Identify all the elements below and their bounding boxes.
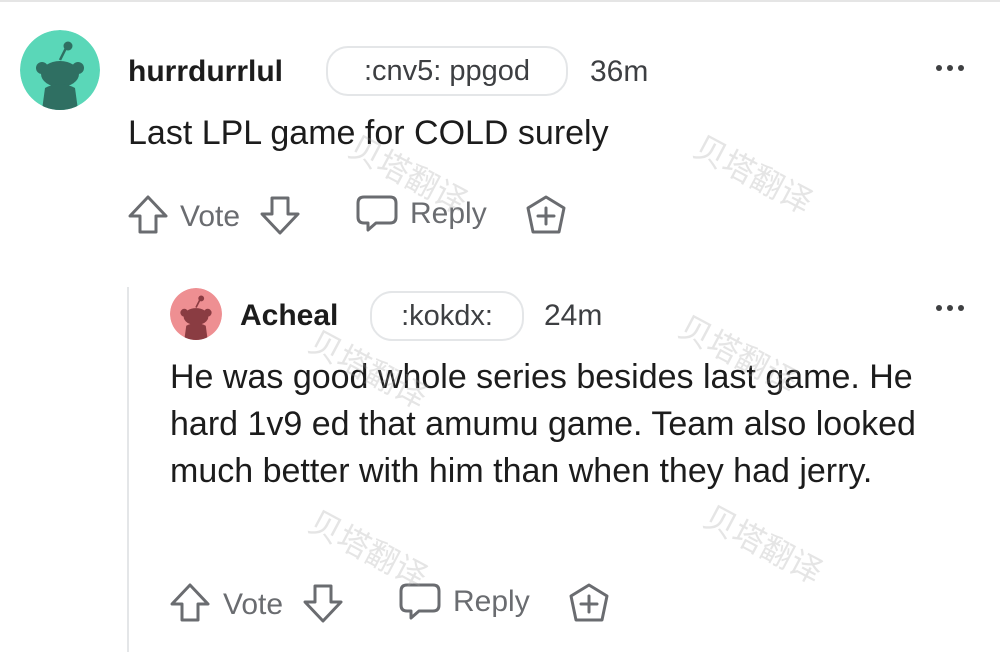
- upvote-button[interactable]: [168, 582, 216, 624]
- award-plus-icon: [526, 195, 566, 234]
- downvote-arrow-icon: [260, 196, 300, 235]
- reply-button[interactable]: Reply: [397, 580, 530, 624]
- snoo-avatar-icon: [20, 30, 100, 110]
- speech-bubble-icon: [399, 583, 441, 620]
- username[interactable]: Acheal: [240, 298, 338, 334]
- award-button[interactable]: [566, 581, 612, 625]
- timestamp: 36m: [590, 55, 649, 88]
- vote-count-label: Vote: [180, 200, 241, 233]
- upvote-arrow-icon: [128, 195, 168, 234]
- user-flair: :cnv5: ppgod: [326, 46, 568, 96]
- snoo-avatar-icon: [170, 288, 222, 340]
- more-options-button[interactable]: [928, 296, 972, 320]
- upvote-arrow-icon: [170, 583, 210, 622]
- reply-button[interactable]: Reply: [354, 192, 487, 236]
- username[interactable]: hurrdurrlul: [128, 54, 283, 90]
- avatar[interactable]: [20, 30, 100, 110]
- watermark: 贝塔翻译: [697, 497, 829, 592]
- downvote-button[interactable]: [301, 582, 349, 624]
- vote-count-label: Vote: [223, 588, 284, 621]
- speech-bubble-icon: [356, 195, 398, 232]
- top-divider: [0, 0, 1000, 2]
- more-options-button[interactable]: [928, 56, 972, 80]
- ellipsis-icon: [936, 65, 942, 71]
- comment-body: Last LPL game for COLD surely: [128, 114, 609, 152]
- comment-body: He was good whole series besides last ga…: [170, 358, 916, 490]
- reply-label: Reply: [453, 585, 530, 618]
- user-flair: :kokdx:: [370, 291, 524, 341]
- avatar[interactable]: [170, 288, 222, 340]
- downvote-arrow-icon: [303, 584, 343, 623]
- ellipsis-icon: [936, 305, 942, 311]
- award-plus-icon: [569, 583, 609, 622]
- award-button[interactable]: [523, 193, 569, 237]
- thread-line[interactable]: [127, 287, 129, 652]
- timestamp: 24m: [544, 299, 603, 332]
- reply-label: Reply: [410, 197, 487, 230]
- upvote-button[interactable]: [126, 194, 174, 236]
- downvote-button[interactable]: [258, 194, 306, 236]
